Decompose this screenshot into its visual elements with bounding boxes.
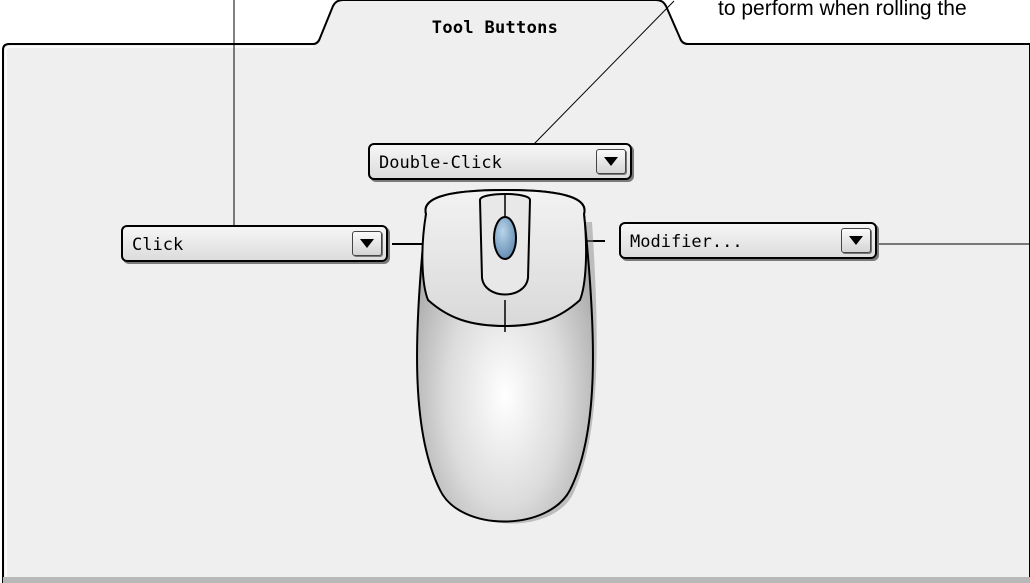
side-button-popup[interactable]: Modifier... [619, 222, 877, 259]
upper-button-value: Double-Click [379, 153, 502, 173]
panel-bottom-edge [3, 577, 1030, 583]
mouse-icon [416, 188, 597, 524]
tool-buttons-screen: Tool Buttons to perform when rolling the… [0, 0, 1030, 583]
triangle-down-icon[interactable] [596, 149, 626, 174]
triangle-down-icon[interactable] [352, 231, 382, 256]
lower-button-value: Click [132, 235, 184, 255]
side-button-value: Modifier... [630, 232, 743, 252]
triangle-down-icon[interactable] [841, 228, 871, 253]
lower-button-popup[interactable]: Click [121, 225, 388, 262]
callout-text: to perform when rolling the [718, 0, 967, 20]
tool-buttons-panel [2, 0, 1030, 583]
tab-tool-buttons[interactable]: Tool Buttons [330, 18, 660, 38]
upper-button-popup[interactable]: Double-Click [368, 143, 632, 180]
scroll-wheel [493, 216, 517, 260]
